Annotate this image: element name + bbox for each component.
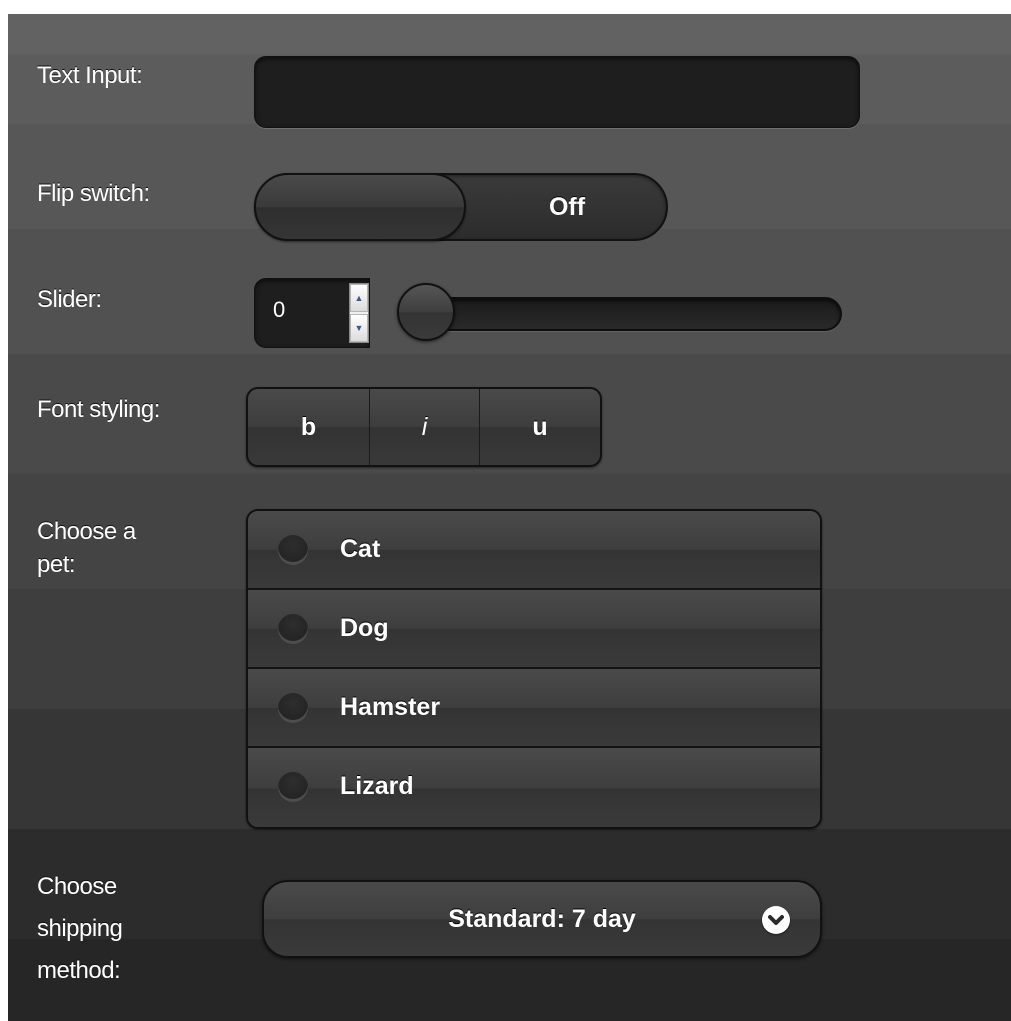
pet-option-lizard[interactable]: Lizard	[248, 748, 820, 827]
bold-button[interactable]: b	[248, 389, 370, 465]
shipping-label-line2: shipping	[37, 915, 123, 942]
font-styling-group: b i u	[246, 387, 602, 467]
underline-button[interactable]: u	[480, 389, 600, 465]
shipping-label-line3: method:	[37, 957, 121, 984]
shipping-method-select[interactable]: Standard: 7 day	[262, 880, 822, 958]
pet-option-label: Lizard	[340, 772, 414, 800]
font-styling-label: Font styling:	[37, 396, 160, 423]
pet-option-label: Cat	[340, 535, 381, 563]
flip-switch-state-label: Off	[548, 193, 586, 221]
pet-option-label: Dog	[340, 614, 389, 642]
radio-unchecked-icon	[278, 614, 308, 644]
slider-number-input[interactable]: 0 ▲ ▼	[254, 278, 370, 348]
pet-option-hamster[interactable]: Hamster	[248, 669, 820, 748]
form-panel: Text Input: Flip switch: Off Slider: 0 ▲…	[8, 14, 1011, 1021]
radio-unchecked-icon	[278, 693, 308, 723]
flip-switch[interactable]: Off	[254, 173, 668, 241]
pet-option-dog[interactable]: Dog	[248, 590, 820, 669]
chevron-down-icon	[762, 906, 790, 934]
radio-unchecked-icon	[278, 772, 308, 802]
pet-option-label: Hamster	[340, 693, 441, 721]
slider-handle[interactable]	[397, 283, 455, 341]
flip-switch-handle[interactable]	[254, 173, 466, 241]
slider-value: 0	[273, 297, 286, 322]
shipping-selected-value: Standard: 7 day	[448, 905, 636, 933]
spin-down-icon[interactable]: ▼	[350, 314, 368, 342]
italic-button[interactable]: i	[370, 389, 480, 465]
radio-unchecked-icon	[278, 535, 308, 565]
slider-label: Slider:	[37, 286, 102, 313]
pet-radio-group: Cat Dog Hamster Lizard	[246, 509, 822, 829]
flip-switch-label: Flip switch:	[37, 180, 150, 207]
pet-label-line1: Choose a	[37, 518, 136, 545]
spin-up-icon[interactable]: ▲	[350, 284, 368, 312]
slider-track[interactable]	[400, 297, 842, 331]
shipping-label-line1: Choose	[37, 873, 117, 900]
text-input-label: Text Input:	[37, 62, 143, 89]
text-input-field[interactable]	[254, 56, 860, 128]
pet-label-line2: pet:	[37, 551, 76, 578]
number-spinner: ▲ ▼	[349, 283, 369, 343]
pet-option-cat[interactable]: Cat	[248, 511, 820, 590]
